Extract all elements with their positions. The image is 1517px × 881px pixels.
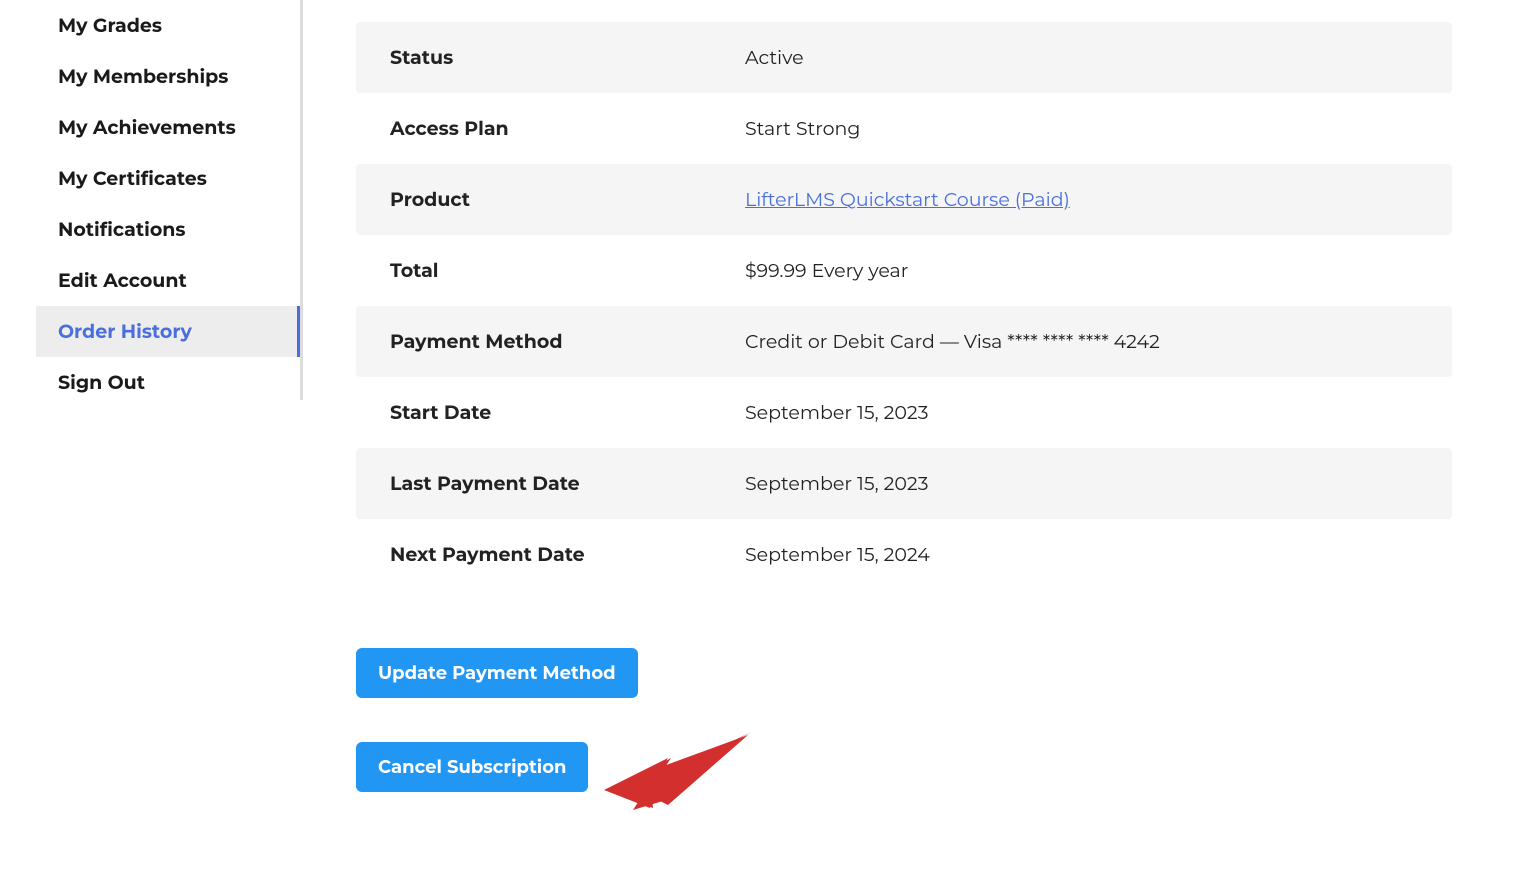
cancel-subscription-button[interactable]: Cancel Subscription (356, 742, 588, 792)
row-product: Product LifterLMS Quickstart Course (Pai… (356, 164, 1452, 235)
sidebar-item-my-memberships[interactable]: My Memberships (36, 51, 300, 102)
row-status: Status Active (356, 22, 1452, 93)
sidebar-item-notifications[interactable]: Notifications (36, 204, 300, 255)
value-next-payment-date: September 15, 2024 (745, 543, 1418, 566)
value-start-date: September 15, 2023 (745, 401, 1418, 424)
sidebar-divider (300, 0, 303, 400)
label-last-payment-date: Last Payment Date (390, 472, 745, 495)
main-content: Status Active Access Plan Start Strong P… (300, 0, 1517, 881)
sidebar-item-order-history[interactable]: Order History (36, 306, 300, 357)
update-payment-method-button[interactable]: Update Payment Method (356, 648, 638, 698)
row-access-plan: Access Plan Start Strong (356, 93, 1452, 164)
label-product: Product (390, 188, 745, 211)
sidebar-item-my-grades[interactable]: My Grades (36, 0, 300, 51)
value-access-plan: Start Strong (745, 117, 1418, 140)
row-last-payment-date: Last Payment Date September 15, 2023 (356, 448, 1452, 519)
actions: Update Payment Method Cancel Subscriptio… (356, 648, 1452, 792)
sidebar: My Grades My Memberships My Achievements… (0, 0, 300, 881)
sidebar-item-edit-account[interactable]: Edit Account (36, 255, 300, 306)
row-payment-method: Payment Method Credit or Debit Card — Vi… (356, 306, 1452, 377)
order-details-table: Status Active Access Plan Start Strong P… (356, 22, 1452, 590)
label-status: Status (390, 46, 745, 69)
value-status: Active (745, 46, 1418, 69)
label-next-payment-date: Next Payment Date (390, 543, 745, 566)
row-start-date: Start Date September 15, 2023 (356, 377, 1452, 448)
sidebar-item-my-certificates[interactable]: My Certificates (36, 153, 300, 204)
product-link[interactable]: LifterLMS Quickstart Course (Paid) (745, 188, 1070, 211)
label-payment-method: Payment Method (390, 330, 745, 353)
label-access-plan: Access Plan (390, 117, 745, 140)
row-next-payment-date: Next Payment Date September 15, 2024 (356, 519, 1452, 590)
value-last-payment-date: September 15, 2023 (745, 472, 1418, 495)
sidebar-item-my-achievements[interactable]: My Achievements (36, 102, 300, 153)
label-total: Total (390, 259, 745, 282)
value-total: $99.99 Every year (745, 259, 1418, 282)
value-product: LifterLMS Quickstart Course (Paid) (745, 188, 1418, 211)
label-start-date: Start Date (390, 401, 745, 424)
sidebar-item-sign-out[interactable]: Sign Out (36, 357, 300, 408)
sidebar-nav: My Grades My Memberships My Achievements… (0, 0, 300, 408)
value-payment-method: Credit or Debit Card — Visa **** **** **… (745, 330, 1418, 353)
row-total: Total $99.99 Every year (356, 235, 1452, 306)
